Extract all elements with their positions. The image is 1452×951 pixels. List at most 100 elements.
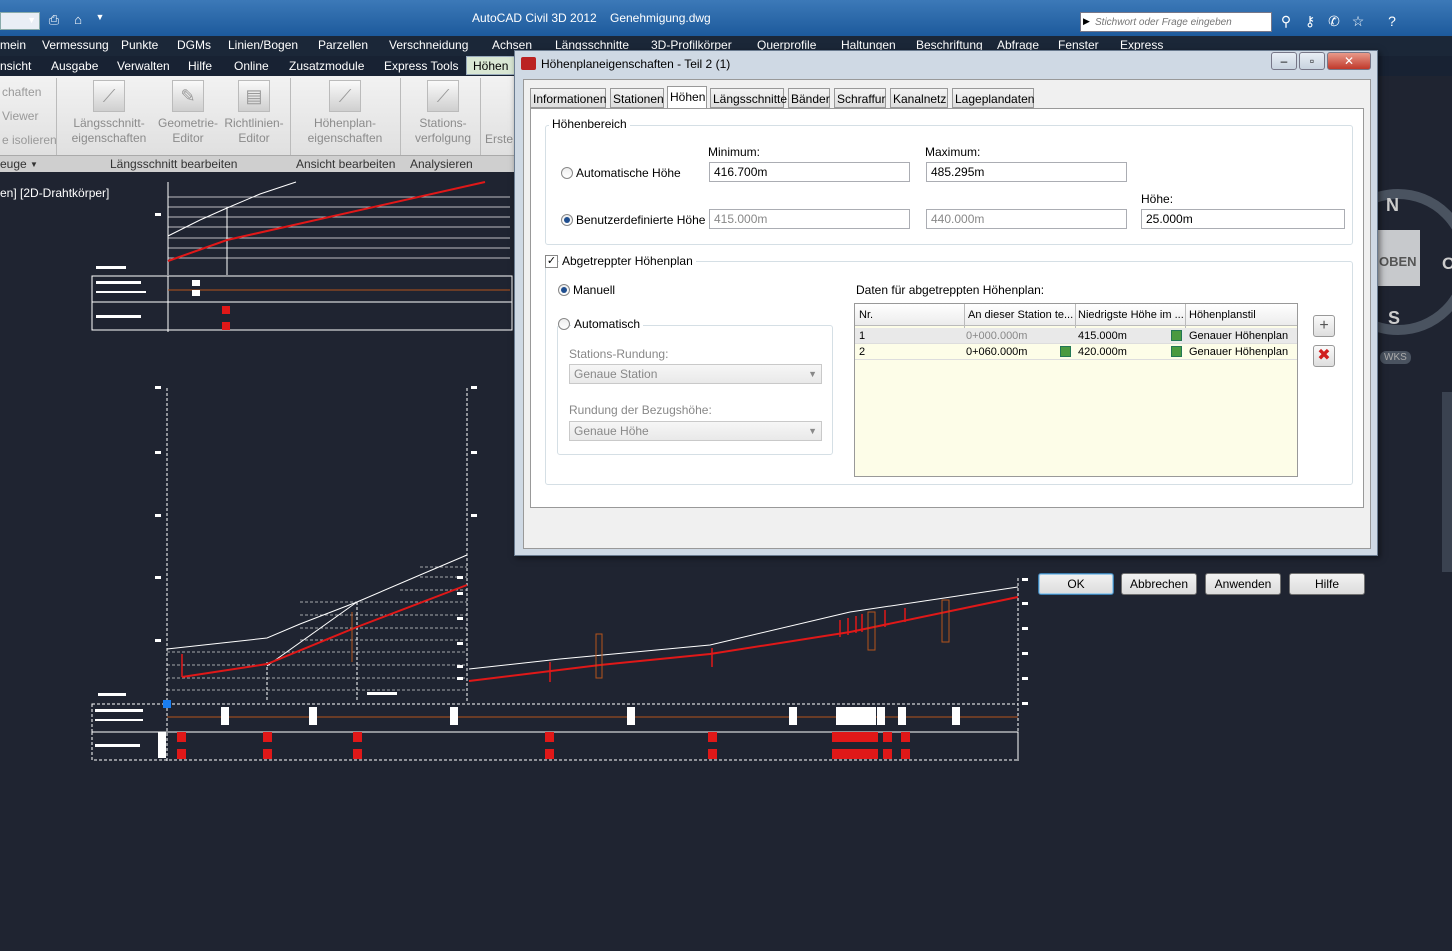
menu-item[interactable]: Parzellen <box>318 38 368 52</box>
button-label: Längsschnitt- <box>73 116 145 130</box>
compass-north[interactable]: N <box>1386 195 1399 216</box>
menu-item[interactable]: Vermessung <box>42 38 109 52</box>
user-height-field[interactable]: 25.000m <box>1141 209 1345 229</box>
minimize-button[interactable]: – <box>1271 52 1297 70</box>
viewcube[interactable] <box>1378 172 1452 572</box>
design-criteria-editor-button[interactable]: ▤ Richtlinien- Editor <box>222 80 286 146</box>
tab-baender[interactable]: Bänder <box>788 88 830 108</box>
ribbon-left-item[interactable]: e isolieren <box>2 133 57 147</box>
profile-properties-button[interactable]: ⟋ Längsschnitt- eigenschaften <box>66 80 152 146</box>
pick-station-icon[interactable] <box>1060 346 1071 357</box>
menu-item[interactable]: DGMs <box>177 38 211 52</box>
cancel-button[interactable]: Abbrechen <box>1121 573 1197 595</box>
column-header[interactable]: Niedrigste Höhe im ... <box>1078 309 1184 321</box>
station-tracker-button[interactable]: ⟋ Stations- verfolgung <box>406 80 480 146</box>
document-icon: ▤ <box>238 80 270 112</box>
auto-height-radio[interactable] <box>561 167 573 179</box>
chevron-down-icon: ▼ <box>808 369 817 379</box>
ribbon-tab-active[interactable]: Höhen <box>466 56 516 75</box>
compass-south[interactable]: S <box>1388 308 1400 329</box>
table-row[interactable]: 2 0+060.000m 420.000m Genauer Höhenplan <box>855 344 1297 360</box>
save-icon[interactable]: ⎙ <box>44 12 64 30</box>
menu-item[interactable]: mein <box>0 38 26 52</box>
menu-item[interactable]: Verschneidung <box>389 38 468 52</box>
profile-view-properties-button[interactable]: ⟋ Höhenplan- eigenschaften <box>300 80 390 146</box>
cell-style[interactable]: Genauer Höhenplan <box>1189 346 1288 358</box>
ribbon-tab[interactable]: Zusatzmodule <box>289 59 364 73</box>
panel-title[interactable]: euge <box>0 157 27 171</box>
delete-row-button[interactable]: ✖ <box>1313 345 1335 367</box>
create-button[interactable]: Erste <box>484 132 514 147</box>
ribbon-left-item[interactable]: chaften <box>2 85 41 99</box>
station-rounding-select[interactable]: Genaue Station ▼ <box>569 364 822 384</box>
tab-schraffur[interactable]: Schraffur <box>834 88 886 108</box>
close-button[interactable]: ✕ <box>1327 52 1371 70</box>
cell-station[interactable]: 0+060.000m <box>966 346 1027 358</box>
ribbon-tab[interactable]: Online <box>234 59 269 73</box>
search-box[interactable]: ▶ <box>1080 12 1272 32</box>
pick-elevation-icon[interactable] <box>1171 346 1182 357</box>
ribbon-tab[interactable]: Ausgabe <box>51 59 98 73</box>
automatic-radio[interactable] <box>558 318 570 330</box>
tab-lageplandaten[interactable]: Lageplandaten <box>952 88 1034 108</box>
tab-informationen[interactable]: Informationen <box>530 88 606 108</box>
add-row-button[interactable]: + <box>1313 315 1335 337</box>
tab-stationen[interactable]: Stationen <box>610 88 664 108</box>
ribbon-tab[interactable]: Verwalten <box>117 59 170 73</box>
staggered-data-table[interactable]: Nr. An dieser Station te... Niedrigste H… <box>854 303 1298 477</box>
auto-max-field[interactable]: 485.295m <box>926 162 1127 182</box>
binoculars-icon[interactable]: ⚲ <box>1276 13 1296 31</box>
workspace-dropdown[interactable]: ▼ <box>0 12 40 30</box>
pencil-icon: ✎ <box>172 80 204 112</box>
table-row[interactable]: 1 0+000.000m 415.000m Genauer Höhenplan <box>855 328 1297 344</box>
connect-icon[interactable]: ✆ <box>1324 13 1344 31</box>
tab-kanalnetz[interactable]: Kanalnetz <box>890 88 948 108</box>
cell-elevation[interactable]: 415.000m <box>1078 330 1127 342</box>
tab-laengsschnitte[interactable]: Längsschnitte <box>710 88 787 108</box>
pick-elevation-icon[interactable] <box>1171 330 1182 341</box>
help-button[interactable]: Hilfe <box>1289 573 1365 595</box>
manual-radio[interactable] <box>558 284 570 296</box>
grip-handle <box>163 700 171 708</box>
key-icon[interactable]: ⚷ <box>1300 13 1320 31</box>
compass-east[interactable]: O <box>1442 254 1452 274</box>
cell-station[interactable]: 0+000.000m <box>966 330 1027 342</box>
viewcube-top-face[interactable]: OBEN <box>1379 254 1417 269</box>
column-header[interactable]: Höhenplanstil <box>1189 309 1256 321</box>
star-icon[interactable]: ☆ <box>1348 13 1368 31</box>
column-header[interactable]: Nr. <box>859 309 873 321</box>
chevron-down-icon[interactable]: ▼ <box>90 12 110 30</box>
ribbon-tab[interactable]: Hilfe <box>188 59 212 73</box>
cell-style[interactable]: Genauer Höhenplan <box>1189 330 1288 342</box>
user-min-field[interactable]: 415.000m <box>709 209 910 229</box>
menu-item[interactable]: Linien/Bogen <box>228 38 298 52</box>
column-header[interactable]: An dieser Station te... <box>968 309 1073 321</box>
user-max-field[interactable]: 440.000m <box>926 209 1127 229</box>
ref-rounding-select[interactable]: Genaue Höhe ▼ <box>569 421 822 441</box>
ok-button[interactable]: OK <box>1038 573 1114 595</box>
menu-item[interactable]: Punkte <box>121 38 158 52</box>
arrow-right-icon[interactable]: ▶ <box>1083 16 1090 27</box>
automatic-label: Automatisch <box>571 317 644 331</box>
ribbon-tab[interactable]: nsicht <box>0 59 31 73</box>
chevron-down-icon: ▼ <box>27 15 36 25</box>
cell-nr: 2 <box>859 346 866 358</box>
ribbon-left-item[interactable]: Viewer <box>2 109 38 123</box>
cell-elevation[interactable]: 420.000m <box>1078 346 1127 358</box>
geometry-editor-button[interactable]: ✎ Geometrie- Editor <box>156 80 220 146</box>
chevron-down-icon[interactable]: ▼ <box>30 160 38 169</box>
user-height-radio[interactable] <box>561 214 573 226</box>
staggered-checkbox[interactable]: ✓ <box>545 255 558 268</box>
tab-hoehen[interactable]: Höhen <box>667 86 707 109</box>
print-icon[interactable]: ⌂ <box>68 12 88 30</box>
wcs-menu[interactable]: WKS <box>1380 351 1411 364</box>
maximize-button[interactable]: ▫ <box>1299 52 1325 70</box>
ribbon-tab[interactable]: Express Tools <box>384 59 458 73</box>
panel-title: Ansicht bearbeiten <box>296 157 396 171</box>
apply-button[interactable]: Anwenden <box>1205 573 1281 595</box>
auto-min-field[interactable]: 416.700m <box>709 162 910 182</box>
search-input[interactable] <box>1095 13 1271 31</box>
help-icon[interactable]: ? <box>1382 13 1402 31</box>
button-label: Höhenplan- <box>313 116 377 130</box>
delete-icon: ✖ <box>1317 347 1331 364</box>
